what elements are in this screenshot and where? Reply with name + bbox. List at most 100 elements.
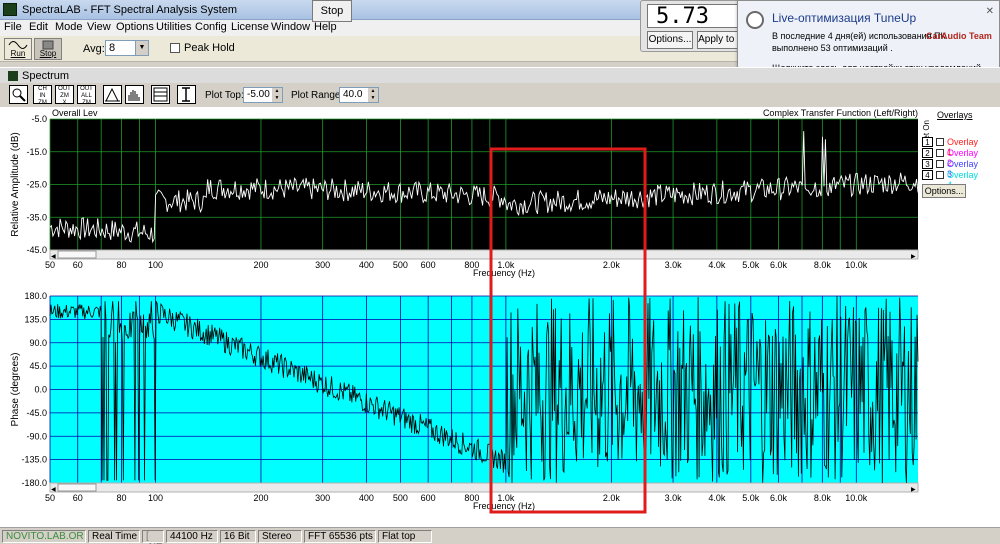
watermark-logo: CarAudio Team [926,31,992,41]
plot-top-input[interactable]: -5.00 ▲ ▼ [243,87,283,103]
channel-out-icon[interactable]: OUT ZM X [55,85,74,104]
overlay-set-button[interactable]: 1 [922,137,933,147]
top-xtick-label: 600 [421,260,436,270]
menu-help[interactable]: Help [314,21,337,33]
meter-readout: 5.73 [647,4,741,29]
menu-edit[interactable]: Edit [29,21,48,33]
status-sample-rate: 44100 Hz [166,530,218,543]
stopwatch-icon [746,11,764,29]
bottom-xtick-label: 500 [393,493,408,503]
bottom-xtick-label: 200 [253,493,268,503]
stop-label: Stop [39,49,57,58]
top-ytick-label: -45.0 [26,245,47,255]
cursor-icon[interactable] [177,85,196,104]
status-bit-depth: 16 Bit [220,530,256,543]
status-channels: Stereo [258,530,302,543]
meter-options-button[interactable]: Options... [647,31,693,49]
notification-title: Live-оптимизация TuneUp [772,11,917,25]
bottom-scrollbar-thumb [57,483,97,492]
overlay-set-button[interactable]: 4 [922,170,933,180]
peak-hold-label: Peak Hold [184,42,235,54]
top-ytick-label: -25.0 [26,180,47,190]
top-xtick-label: 4.0k [708,260,726,270]
overlay-checkbox[interactable] [936,149,944,157]
top-xtick-label: 8.0k [814,260,832,270]
overlay-set-button[interactable]: 3 [922,159,933,169]
spinner-icon[interactable]: ▲ ▼ [272,88,282,102]
menu-view[interactable]: View [87,21,111,33]
scroll-right-icon: ▶ [911,254,916,260]
plot-range-input[interactable]: 40.0 ▲ ▼ [339,87,379,103]
bar-view-icon[interactable] [125,85,144,104]
menu-file[interactable]: File [4,21,22,33]
top-ytick-label: -35.0 [26,212,47,222]
top-xtick-label: 400 [359,260,374,270]
app-icon [3,3,17,16]
top-xtick-label: 2.0k [603,260,621,270]
avg-value: 8 [109,42,116,54]
stop-popup-button[interactable]: Stop [312,0,352,22]
meter-widget: 5.73 Options... Apply to I [640,0,741,52]
overlay-checkbox[interactable] [936,138,944,146]
bottom-xtick-label: 6.0k [770,493,788,503]
avg-label: Avg: [83,43,105,55]
menu-options[interactable]: Options [116,21,154,33]
top-xtick-label: 5.0k [742,260,760,270]
bottom-xtick-label: 5.0k [742,493,760,503]
top-xtick-label: 3.0k [665,260,683,270]
top-xlabel: Frequency (Hz) [473,268,535,278]
bottom-ylabel: Phase (degrees) [10,353,21,427]
table-icon[interactable] [151,85,170,104]
bottom-xtick-label: 300 [315,493,330,503]
overlay-options-button[interactable]: Options... [922,184,966,198]
graph-area: -5.0 -15.0 -25.0 -35.0 -45.0 ◀ ▶ 50 60 80 100 200 30… [0,107,1000,527]
top-ylabel: Relative Amplitude (dB) [10,132,21,237]
bottom-ytick-label: -135.0 [21,455,47,465]
peak-view-icon[interactable] [103,85,122,104]
spectrum-icon [8,71,18,81]
overlay-checkbox[interactable] [936,160,944,168]
bottom-xtick-label: 60 [73,493,83,503]
menu-utilities[interactable]: Utilities [156,21,191,33]
overlay-set-button[interactable]: 2 [922,148,933,158]
zoom-icon[interactable] [9,85,28,104]
top-xtick-label: 200 [253,260,268,270]
plot-top-label: Plot Top: [205,90,244,101]
overlay-checkbox[interactable] [936,171,944,179]
top-xtick-label: 300 [315,260,330,270]
bottom-ytick-label: 45.0 [29,361,47,371]
bottom-xtick-label: 2.0k [603,493,621,503]
meter-apply-button[interactable]: Apply to I [697,31,741,49]
top-xtick-label: 500 [393,260,408,270]
plot-toolbar: CH IN ZM OUT ZM X OUT ALL ZM Plot Top: -5.00 ▲… [0,83,1000,107]
bottom-xtick-label: 4.0k [708,493,726,503]
close-icon[interactable]: ✕ [986,6,994,17]
bottom-xtick-label: 600 [421,493,436,503]
bottom-ytick-label: -45.0 [26,408,47,418]
bottom-ytick-label: 90.0 [29,338,47,348]
menu-window[interactable]: Window [271,21,310,33]
menu-mode[interactable]: Mode [55,21,83,33]
run-label: Run [10,49,26,58]
status-window: Flat top [378,530,432,543]
bottom-xlabel: Frequency (Hz) [473,501,535,511]
spinner-icon[interactable]: ▲ ▼ [368,88,378,102]
top-plot-right-title: Complex Transfer Function (Left/Right) [763,108,918,118]
plot-top-value: -5.00 [247,89,270,100]
bottom-xtick-label: 50 [45,493,55,503]
spectrum-window-header: Spectrum [0,67,1000,83]
plot-range-value: 40.0 [343,89,363,100]
avg-select[interactable]: 8 ▼ [105,40,149,56]
bottom-xtick-label: 3.0k [665,493,683,503]
bottom-xtick-label: 80 [117,493,127,503]
bottom-scrollbar [49,482,919,493]
peak-hold-checkbox[interactable] [170,43,180,53]
channel-out-all-icon[interactable]: OUT ALL ZM [77,85,96,104]
run-button[interactable]: Run [4,38,32,60]
menu-config[interactable]: Config [195,21,227,33]
channel-in-icon[interactable]: CH IN ZM [33,85,52,104]
top-ytick-label: -15.0 [26,147,47,157]
stop-button[interactable]: Stop [34,38,62,60]
chevron-down-icon[interactable]: ▼ [135,41,148,55]
menu-license[interactable]: License [231,21,269,33]
